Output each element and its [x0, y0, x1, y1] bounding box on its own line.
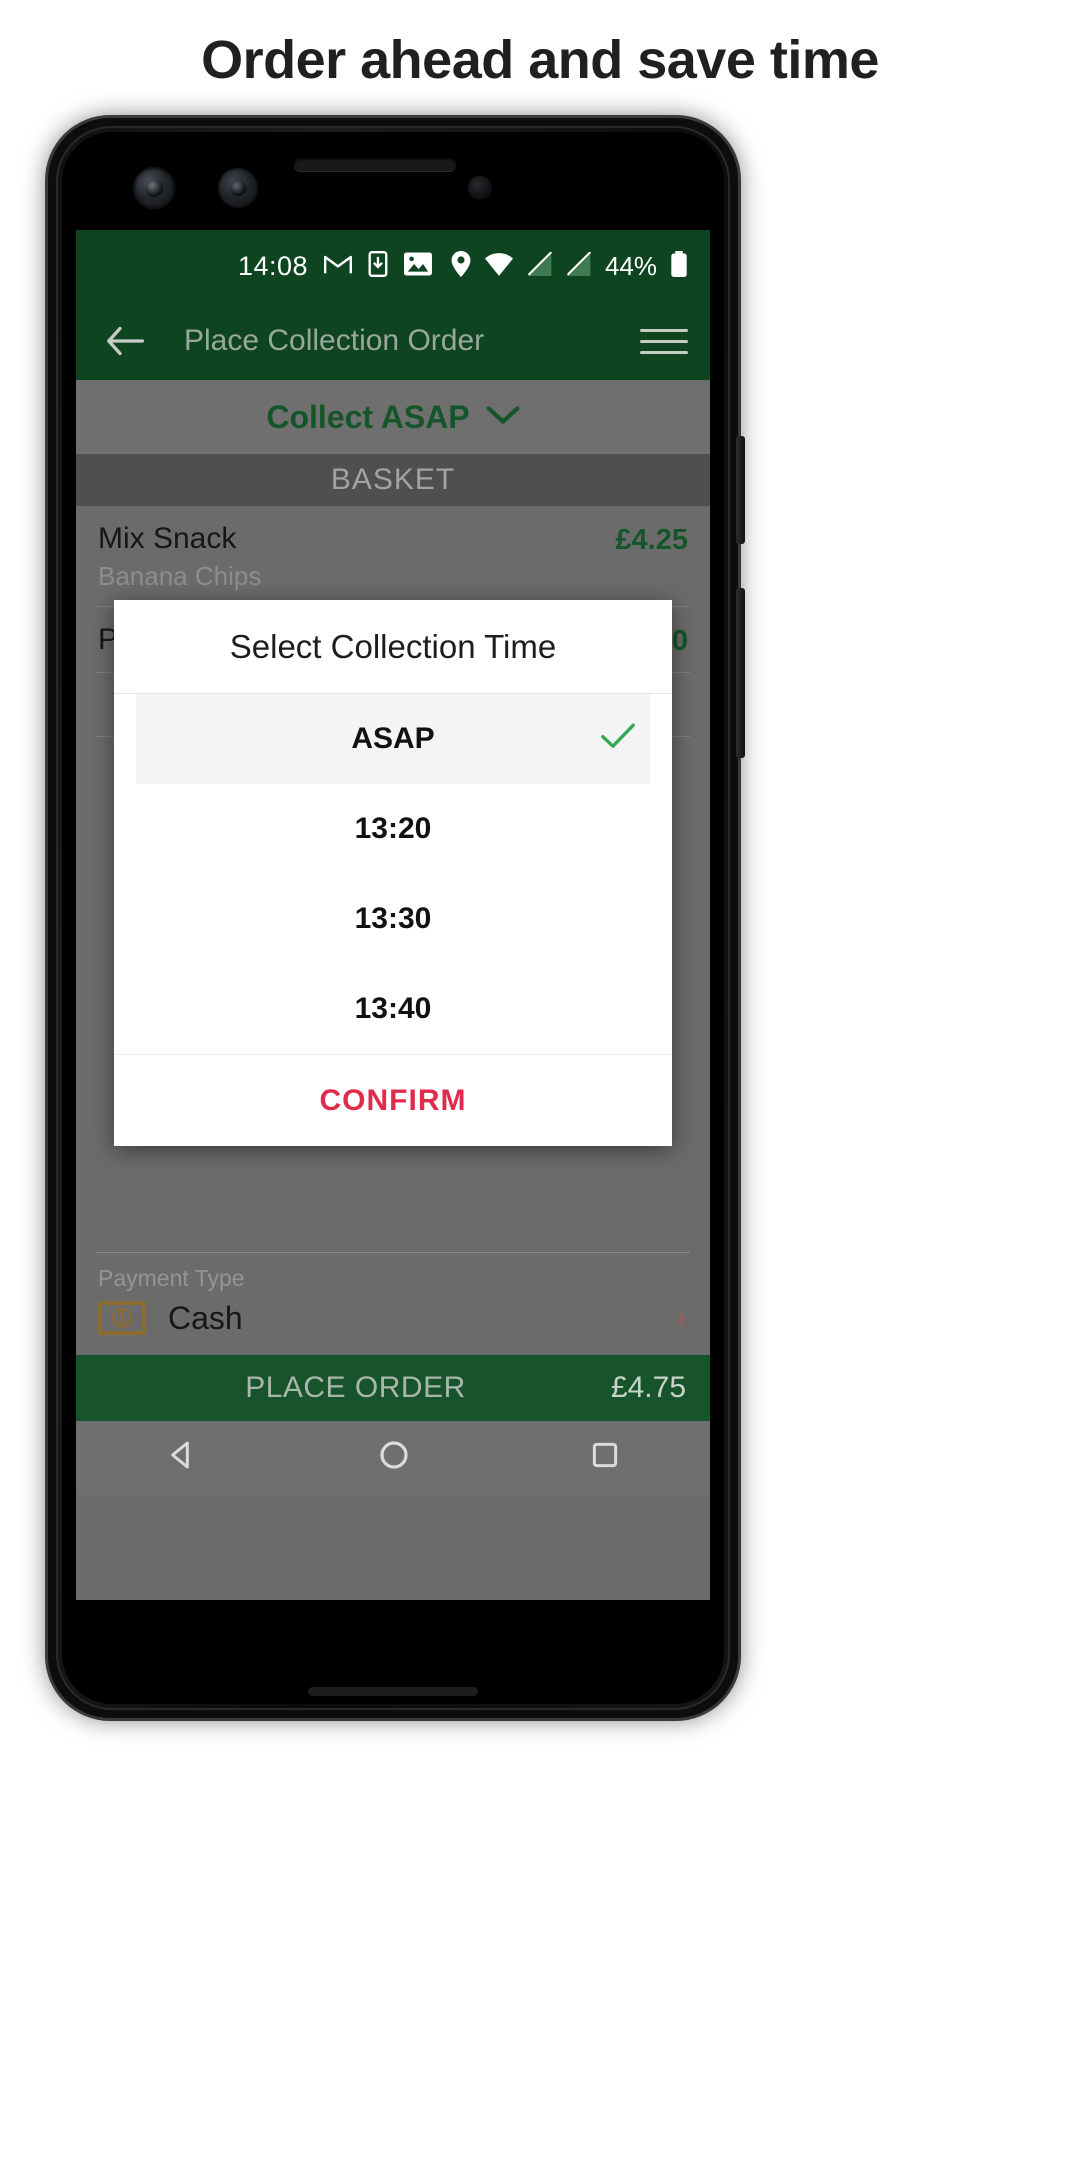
- confirm-button[interactable]: CONFIRM: [320, 1084, 467, 1118]
- power-button[interactable]: [736, 436, 745, 544]
- front-camera-icon: [134, 168, 174, 208]
- dialog-option-label: 13:20: [354, 812, 432, 845]
- dialog-option-label: 13:30: [354, 902, 432, 935]
- phone-device-frame: 14:08 44% Place Collection Order Collect…: [48, 118, 745, 1718]
- dialog-option-label: ASAP: [351, 722, 435, 755]
- dialog-option-label: 13:40: [354, 992, 432, 1025]
- dialog-option-1320[interactable]: 13:20: [114, 784, 672, 874]
- check-icon: [600, 720, 636, 759]
- dialog-option-1330[interactable]: 13:30: [114, 874, 672, 964]
- page-title: Order ahead and save time: [201, 30, 879, 90]
- select-collection-time-dialog: Select Collection Time ASAP 13:20 13:30 …: [114, 600, 672, 1146]
- volume-button[interactable]: [736, 588, 745, 758]
- dialog-option-1340[interactable]: 13:40: [114, 964, 672, 1054]
- proximity-sensor-icon: [468, 176, 492, 200]
- dialog-options-list: ASAP 13:20 13:30 13:40: [114, 694, 672, 1054]
- device-bottom-speaker: [308, 1687, 478, 1696]
- dialog-footer: CONFIRM: [114, 1054, 672, 1146]
- front-camera-secondary-icon: [218, 168, 258, 208]
- phone-screen: 14:08 44% Place Collection Order Collect…: [76, 230, 710, 1600]
- earpiece-speaker: [294, 158, 456, 171]
- dialog-title: Select Collection Time: [114, 600, 672, 694]
- dialog-option-asap[interactable]: ASAP: [136, 694, 650, 784]
